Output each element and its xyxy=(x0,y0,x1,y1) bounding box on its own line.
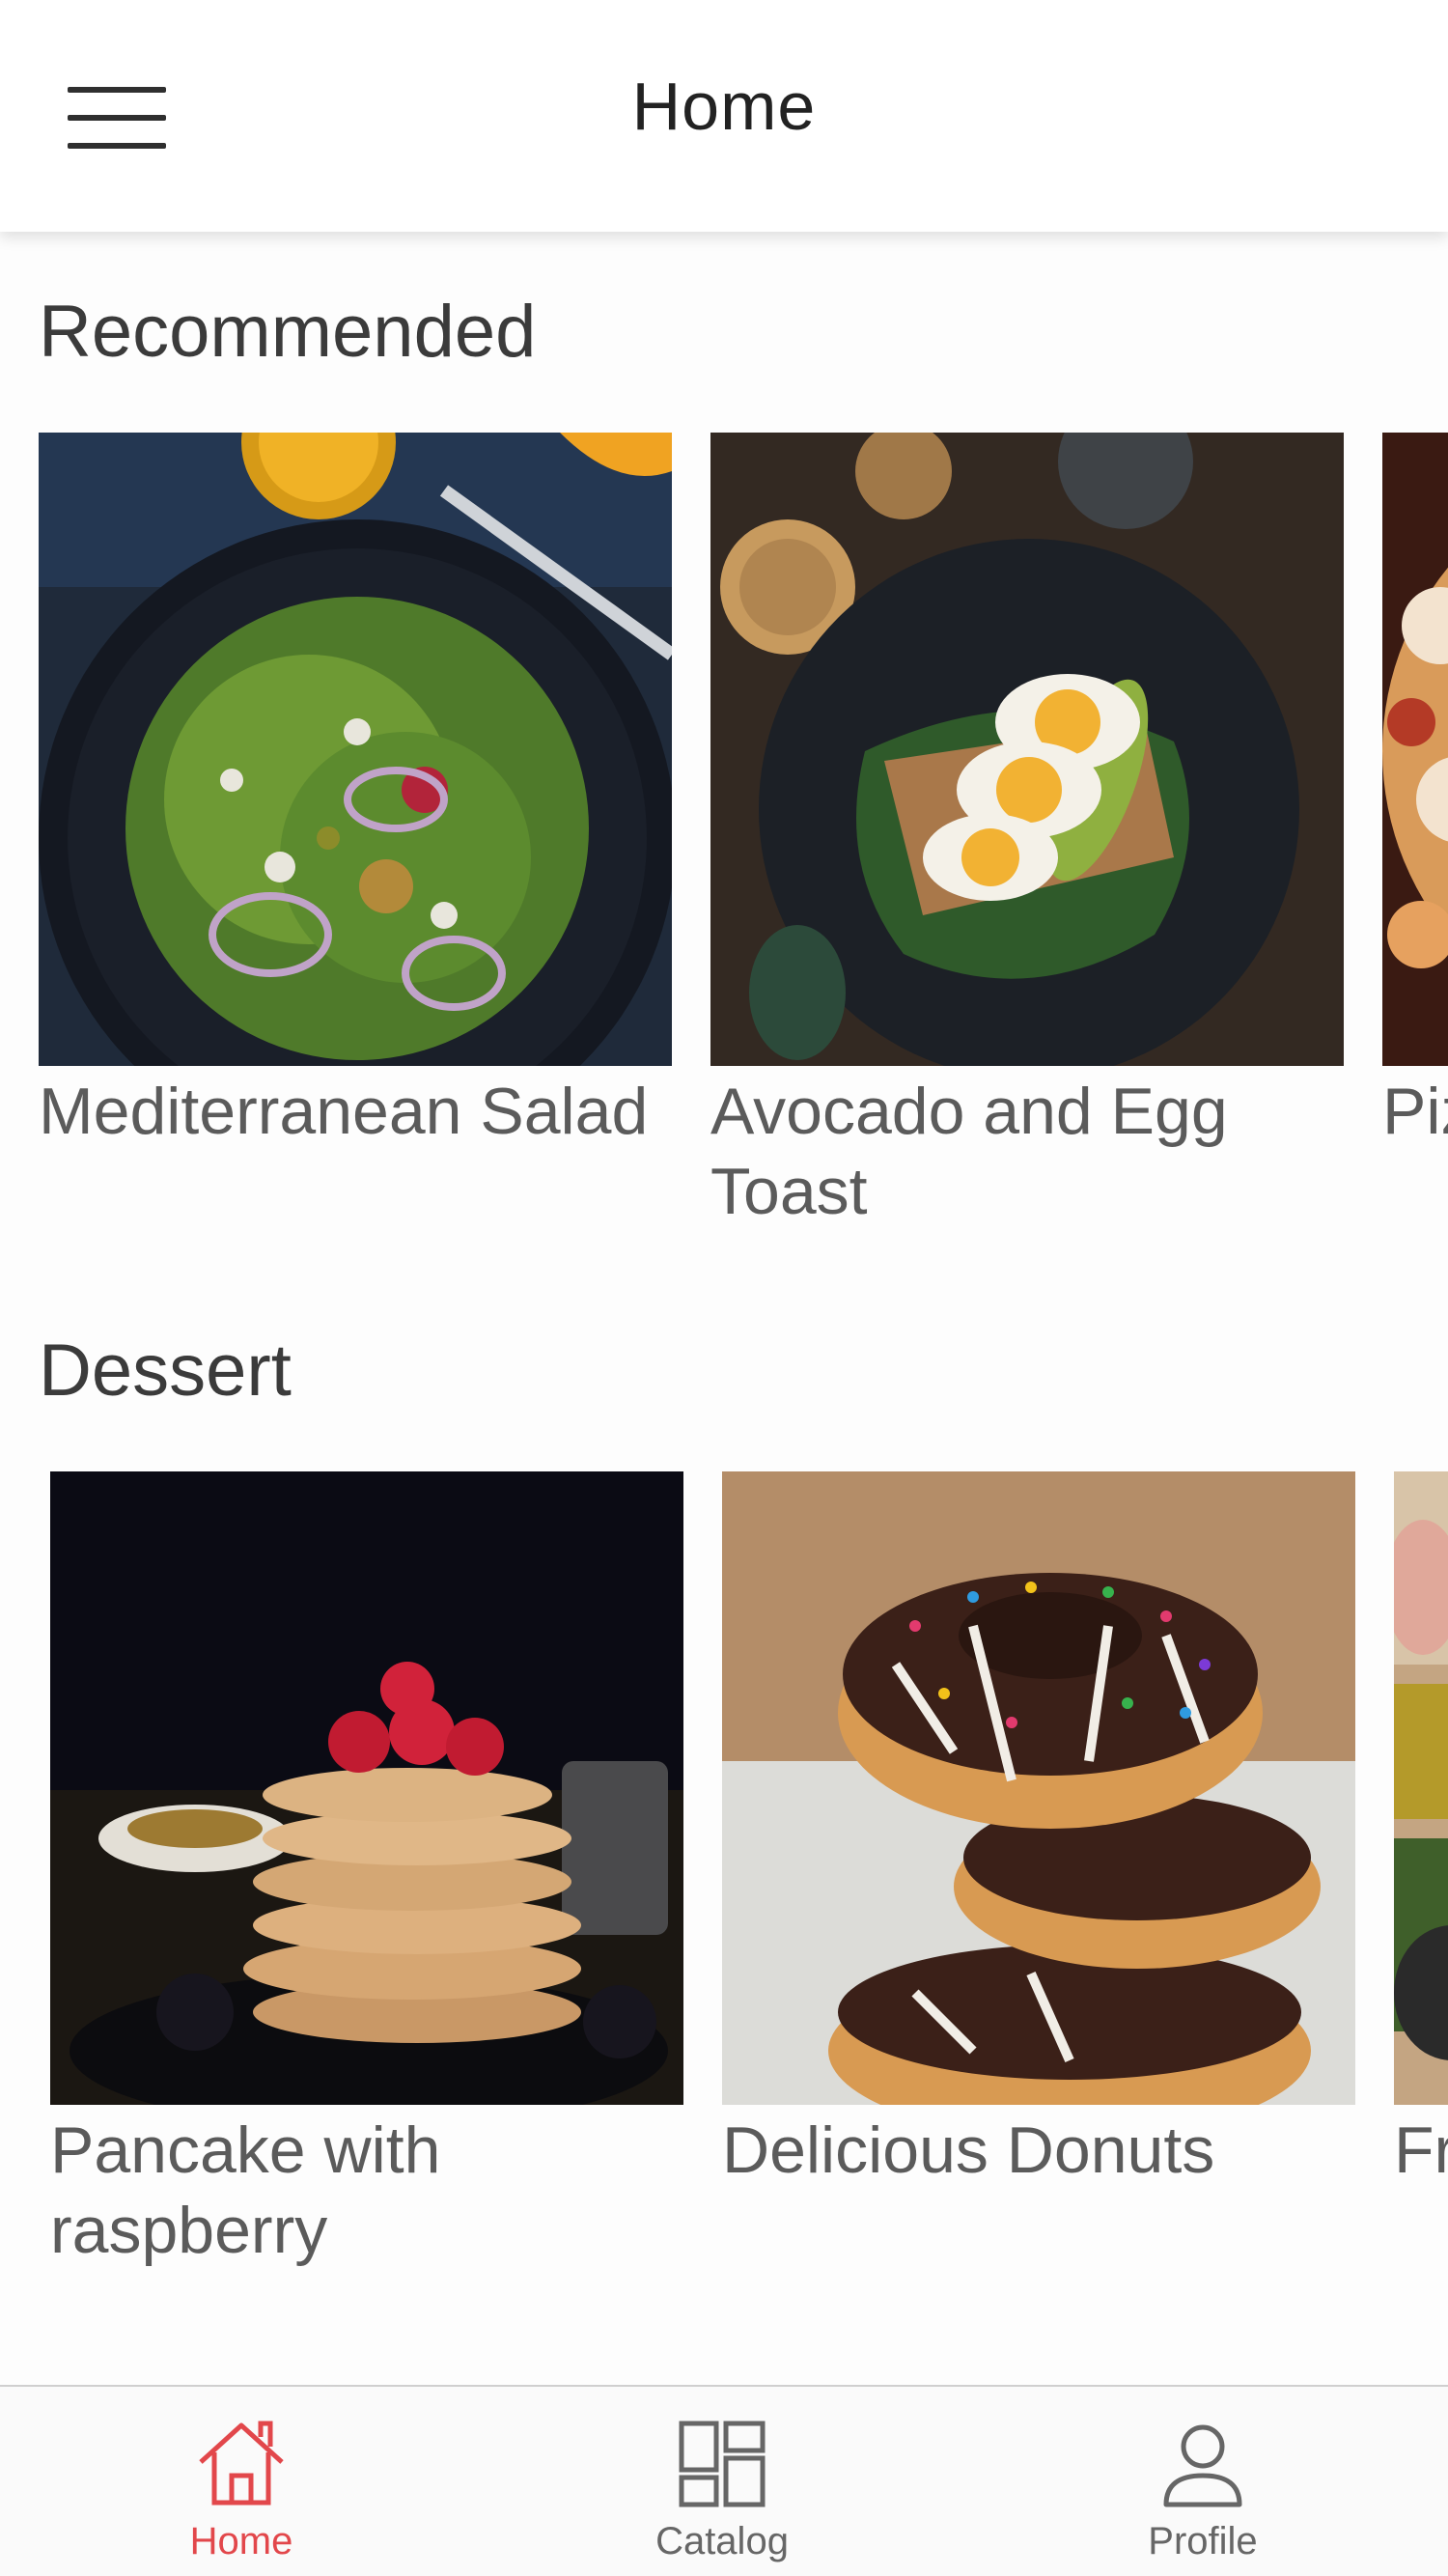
recipe-card[interactable]: Pizza xyxy=(1382,433,1448,1152)
section-title-dessert: Dessert xyxy=(39,1330,292,1412)
catalog-icon xyxy=(679,2421,766,2507)
recipe-card[interactable]: Delicious Donuts xyxy=(722,1471,1355,2191)
dessert-carousel[interactable]: Pancake with raspberry Delicious Donuts … xyxy=(0,1471,1448,2302)
nav-item-catalog[interactable]: Catalog xyxy=(577,2387,867,2576)
app-bar: Home xyxy=(0,0,1448,232)
recipe-title: Mediterranean Salad xyxy=(39,1075,649,1148)
recipe-photo-salad xyxy=(39,433,672,1066)
home-icon xyxy=(199,2421,284,2506)
recipe-title: Avocado and Egg Toast xyxy=(710,1075,1228,1228)
recipe-card[interactable]: Mediterranean Salad xyxy=(39,433,672,1152)
recipe-photo-avocado-toast xyxy=(710,433,1344,1066)
nav-item-profile[interactable]: Profile xyxy=(1058,2387,1348,2576)
bottom-navigation: Home Catalog Profile xyxy=(0,2385,1448,2576)
recipe-title: Pizza xyxy=(1382,1075,1448,1148)
recipe-photo-pizza xyxy=(1382,433,1448,1066)
nav-item-home[interactable]: Home xyxy=(97,2387,386,2576)
recipe-card[interactable]: Avocado and Egg Toast xyxy=(710,433,1344,1232)
recipe-title: Fr xyxy=(1394,2114,1448,2187)
nav-label-catalog: Catalog xyxy=(655,2520,789,2562)
recipe-photo-donuts xyxy=(722,1471,1355,2105)
recipe-title: Delicious Donuts xyxy=(722,2114,1215,2187)
recipe-title: Pancake with raspberry xyxy=(50,2114,441,2267)
recipe-photo-pancakes xyxy=(50,1471,683,2105)
recipe-photo-third-dessert xyxy=(1394,1471,1448,2105)
page-title: Home xyxy=(631,69,817,144)
section-title-recommended: Recommended xyxy=(39,291,537,373)
profile-icon xyxy=(1163,2424,1242,2507)
recipe-card[interactable]: Fr xyxy=(1394,1471,1448,2191)
nav-label-profile: Profile xyxy=(1148,2520,1258,2562)
nav-label-home: Home xyxy=(189,2520,293,2562)
home-content[interactable]: Recommended Mediterranean Salad Avocado … xyxy=(0,232,1448,2385)
recipe-card[interactable]: Pancake with raspberry xyxy=(50,1471,683,2271)
recommended-carousel[interactable]: Mediterranean Salad Avocado and Egg Toas… xyxy=(0,433,1448,1263)
